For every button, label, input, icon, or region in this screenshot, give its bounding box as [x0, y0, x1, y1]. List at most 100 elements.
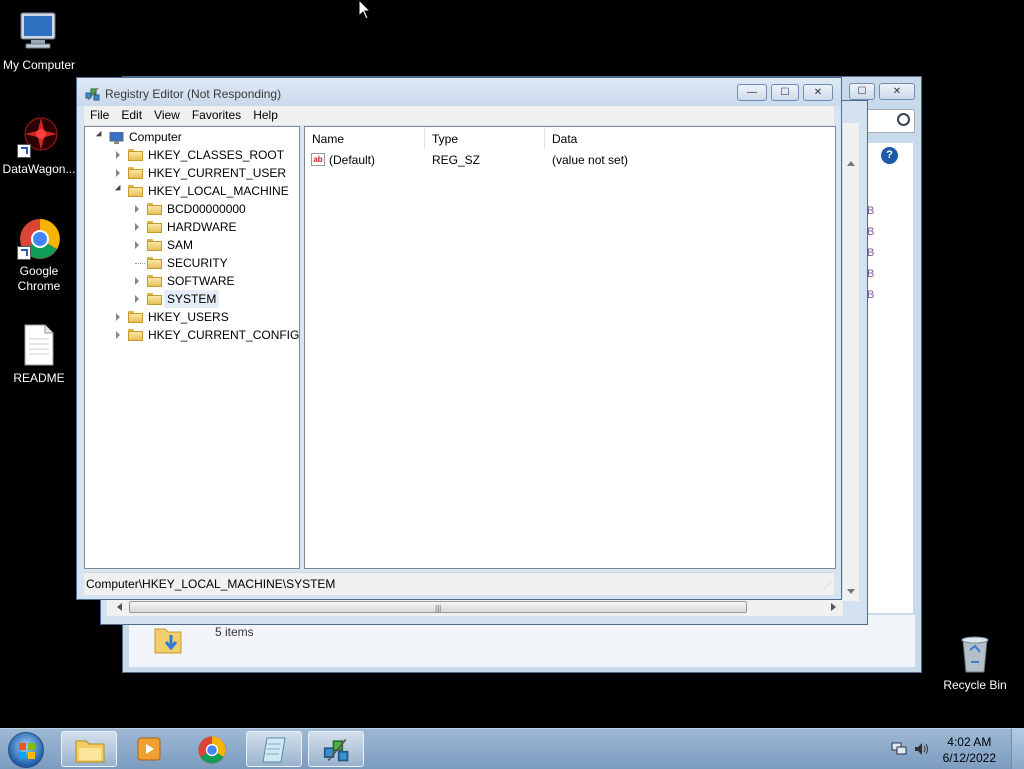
- table-row[interactable]: ab (Default) REG_SZ (value not set): [305, 151, 835, 169]
- tree-node-label: HKEY_CURRENT_USER: [148, 166, 287, 180]
- clock-time: 4:02 AM: [947, 735, 992, 749]
- size-fragment: B: [867, 268, 875, 280]
- middle-window-content: [843, 123, 859, 601]
- taskbar: 4:02 AM 6/12/2022: [0, 728, 1024, 769]
- column-header-type[interactable]: Type: [425, 127, 545, 149]
- shortcut-arrow-icon: [17, 246, 31, 260]
- tree-node-label: HARDWARE: [167, 220, 237, 234]
- recycle-bin-icon: [953, 630, 997, 674]
- help-icon[interactable]: ?: [881, 147, 898, 164]
- column-header-name[interactable]: Name: [305, 127, 425, 149]
- expand-arrow-icon[interactable]: [135, 241, 139, 249]
- horizontal-scroll-thumb[interactable]: |||: [129, 601, 747, 613]
- taskbar-notepad-button[interactable]: [246, 731, 302, 767]
- folder-icon: [128, 167, 143, 179]
- show-desktop-button[interactable]: [1011, 729, 1024, 769]
- expand-arrow-icon[interactable]: [116, 331, 120, 339]
- network-icon[interactable]: [891, 742, 907, 756]
- value-type: REG_SZ: [432, 153, 481, 167]
- collapse-arrow-icon[interactable]: [114, 184, 124, 194]
- desktop-icon-recycle-bin[interactable]: Recycle Bin: [937, 630, 1013, 693]
- expand-arrow-icon[interactable]: [135, 223, 139, 231]
- start-button[interactable]: [8, 732, 44, 768]
- maximize-button[interactable]: ☐: [771, 84, 799, 101]
- menu-bar: File Edit View Favorites Help: [84, 106, 834, 125]
- folder-icon: [128, 311, 143, 323]
- registry-tree[interactable]: Computer HKEY_CLASSES_ROOT HKEY_CURRENT_…: [84, 126, 300, 569]
- size-fragment: B: [867, 205, 875, 217]
- registry-editor-icon: [85, 86, 100, 101]
- desktop-icon-label: Google Chrome: [17, 264, 61, 293]
- folder-icon: [147, 221, 162, 233]
- folder-explorer-icon: [75, 737, 105, 766]
- minimize-button[interactable]: —: [737, 84, 767, 101]
- tree-node-label: HKEY_LOCAL_MACHINE: [148, 184, 289, 198]
- menu-view[interactable]: View: [148, 106, 186, 125]
- desktop-icon-label: My Computer: [2, 58, 76, 72]
- size-fragment: B: [867, 289, 875, 301]
- folder-download-icon: [153, 623, 183, 655]
- scroll-down-arrow-icon[interactable]: [847, 589, 855, 594]
- size-fragment: B: [867, 226, 875, 238]
- close-button[interactable]: ✕: [803, 84, 833, 101]
- grip-icon: |||: [435, 604, 442, 613]
- column-header-data[interactable]: Data: [545, 127, 835, 149]
- value-data: (value not set): [552, 153, 629, 167]
- tree-node-label: HKEY_CURRENT_CONFIG: [148, 328, 300, 342]
- registry-editor-window[interactable]: Registry Editor (Not Responding) — ☐ ✕ F…: [76, 77, 842, 600]
- horizontal-scrollbar[interactable]: |||: [107, 599, 843, 616]
- windows-logo-icon: [19, 743, 35, 759]
- folder-icon: [128, 149, 143, 161]
- folder-icon: [147, 257, 162, 269]
- expand-arrow-icon[interactable]: [116, 151, 120, 159]
- folder-icon: [147, 275, 162, 287]
- taskbar-explorer-button[interactable]: [61, 731, 117, 767]
- menu-edit[interactable]: Edit: [115, 106, 148, 125]
- resize-grip-icon[interactable]: ⋰: [824, 581, 832, 590]
- scroll-right-arrow-icon[interactable]: [831, 603, 836, 611]
- tree-dotted-connector: [135, 263, 145, 264]
- desktop-icon-datawagon[interactable]: DataWagon...: [1, 114, 77, 177]
- expand-arrow-icon[interactable]: [116, 169, 120, 177]
- menu-file[interactable]: File: [84, 106, 115, 125]
- shortcut-arrow-icon: [17, 144, 31, 158]
- notepad-icon: [261, 737, 289, 766]
- desktop-icon-my-computer[interactable]: My Computer: [1, 10, 77, 73]
- chrome-icon: [17, 216, 61, 260]
- folder-icon: [147, 293, 162, 305]
- expand-arrow-icon[interactable]: [116, 313, 120, 321]
- collapse-arrow-icon[interactable]: [95, 130, 105, 140]
- expand-arrow-icon[interactable]: [135, 295, 139, 303]
- desktop-icon-label: Recycle Bin: [943, 678, 1007, 692]
- tree-node-label: HKEY_USERS: [148, 310, 229, 324]
- desktop-icon-label: README: [13, 371, 65, 385]
- taskbar-media-player-button[interactable]: [122, 731, 178, 767]
- system-clock[interactable]: 4:02 AM 6/12/2022: [943, 734, 996, 766]
- tree-node-label-selected: SYSTEM: [164, 290, 220, 308]
- background-maximize-button[interactable]: ☐: [849, 83, 875, 100]
- computer-icon: [109, 131, 124, 144]
- values-list[interactable]: Name Type Data ab (Default) REG_SZ (valu…: [304, 126, 836, 569]
- datawagon-icon: [17, 114, 61, 158]
- scroll-up-arrow-icon[interactable]: [847, 161, 855, 166]
- expand-arrow-icon[interactable]: [135, 277, 139, 285]
- taskbar-regedit-button[interactable]: [308, 731, 364, 767]
- tree-node-label: BCD00000000: [167, 202, 246, 216]
- menu-favorites[interactable]: Favorites: [186, 106, 247, 125]
- expand-arrow-icon[interactable]: [135, 205, 139, 213]
- title-bar[interactable]: Registry Editor (Not Responding) — ☐ ✕: [77, 78, 841, 106]
- value-name: (Default): [329, 153, 376, 167]
- menu-help[interactable]: Help: [247, 106, 284, 125]
- desktop-icon-google-chrome[interactable]: Google Chrome: [1, 216, 77, 294]
- folder-icon: [147, 203, 162, 215]
- folder-open-icon: [128, 185, 143, 197]
- mouse-cursor-icon: [358, 0, 372, 23]
- scroll-left-arrow-icon[interactable]: [117, 603, 122, 611]
- taskbar-chrome-button[interactable]: [184, 731, 240, 767]
- items-count: 5 items: [215, 625, 254, 639]
- background-close-button[interactable]: ✕: [879, 83, 915, 100]
- desktop-icon-readme[interactable]: README: [1, 323, 77, 386]
- folder-icon: [147, 239, 162, 251]
- volume-icon[interactable]: [914, 742, 930, 756]
- background-search-box[interactable]: [865, 109, 915, 133]
